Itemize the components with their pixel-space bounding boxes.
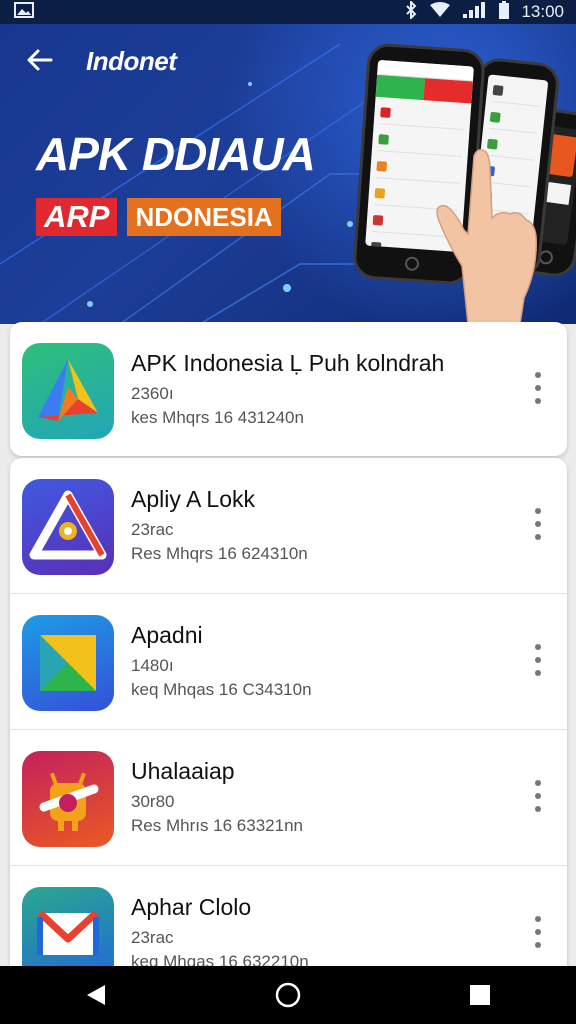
more-options-button[interactable] bbox=[531, 916, 545, 948]
battery-icon bbox=[499, 0, 510, 24]
bluetooth-icon bbox=[405, 0, 417, 24]
app-version: 2360ı bbox=[131, 384, 174, 403]
banner-headline: APK DDIAUA bbox=[36, 128, 316, 180]
header-banner: Indonet APK DDIAUA ARP NDONESIA bbox=[0, 24, 576, 324]
dot-icon bbox=[535, 670, 541, 676]
tag-orange: NDONESIA bbox=[127, 198, 281, 236]
back-triangle-icon bbox=[87, 985, 105, 1005]
dot-icon bbox=[535, 806, 541, 812]
app-version: 30r80 bbox=[131, 792, 175, 811]
app-meta: keq Mhqas 16 C34310n bbox=[131, 680, 312, 699]
triangle-badge-icon bbox=[22, 479, 114, 575]
app-version: 1480ı bbox=[131, 656, 174, 675]
dot-icon bbox=[535, 657, 541, 663]
app-name: Aphar Clolo bbox=[131, 894, 252, 920]
dot-icon bbox=[535, 780, 541, 786]
signal-icon bbox=[463, 1, 487, 23]
tag-red: ARP bbox=[36, 198, 118, 236]
system-nav-bar bbox=[0, 966, 576, 1024]
dot-icon bbox=[535, 644, 541, 650]
more-options-button[interactable] bbox=[531, 644, 545, 676]
hand-illustration bbox=[436, 149, 537, 324]
app-name: Apadni bbox=[131, 622, 203, 648]
mail-envelope-icon bbox=[22, 887, 114, 978]
app-list: APK Indonesia Ḷ Puh kolndrah 2360ı kes M… bbox=[0, 312, 576, 978]
app-card-featured: APK Indonesia Ḷ Puh kolndrah 2360ı kes M… bbox=[10, 322, 567, 456]
app-version: 23rac bbox=[131, 928, 174, 947]
app-title: Indonet bbox=[86, 46, 177, 76]
app-name: APK Indonesia Ḷ Puh kolndrah bbox=[131, 350, 445, 376]
dot-icon bbox=[535, 508, 541, 514]
more-options-button[interactable] bbox=[531, 508, 545, 540]
app-card-list: Apliy A Lokk 23rac Res Mhqrs 16 624310n … bbox=[10, 458, 567, 978]
list-item[interactable]: Uhalaaiap 30r80 Res Mhrıs 16 63321nn bbox=[10, 730, 567, 866]
more-options-button[interactable] bbox=[531, 372, 545, 404]
dot-icon bbox=[535, 521, 541, 527]
list-item[interactable]: APK Indonesia Ḷ Puh kolndrah 2360ı kes M… bbox=[10, 322, 567, 458]
nav-home-button[interactable] bbox=[268, 975, 308, 1015]
banner-tags: ARP NDONESIA bbox=[36, 198, 281, 236]
wifi-icon bbox=[429, 1, 451, 23]
list-item[interactable]: Apliy A Lokk 23rac Res Mhqrs 16 624310n bbox=[10, 458, 567, 594]
drive-triangle-icon bbox=[22, 343, 114, 439]
nav-recent-button[interactable] bbox=[460, 975, 500, 1015]
nav-back-button[interactable] bbox=[76, 975, 116, 1015]
status-bar: 13:00 bbox=[0, 0, 576, 24]
list-item[interactable]: Apadni 1480ı keq Mhqas 16 C34310n bbox=[10, 594, 567, 730]
home-circle-icon bbox=[275, 982, 301, 1008]
dot-icon bbox=[535, 372, 541, 378]
app-meta: kes Mhqrs 16 431240n bbox=[131, 408, 304, 427]
arrow-left-icon bbox=[27, 49, 53, 71]
dot-icon bbox=[535, 534, 541, 540]
dot-icon bbox=[535, 929, 541, 935]
app-name: Uhalaaiap bbox=[131, 758, 235, 784]
image-icon bbox=[14, 1, 34, 23]
dot-icon bbox=[535, 793, 541, 799]
back-button[interactable] bbox=[24, 46, 56, 78]
dot-icon bbox=[535, 385, 541, 391]
more-options-button[interactable] bbox=[531, 780, 545, 812]
list-item[interactable]: Aphar Clolo 23rac keq Mhqas 16 632210n bbox=[10, 866, 567, 978]
recent-square-icon bbox=[470, 985, 490, 1005]
app-version: 23rac bbox=[131, 520, 174, 539]
dot-icon bbox=[535, 398, 541, 404]
app-meta: Res Mhqrs 16 624310n bbox=[131, 544, 308, 563]
android-robot-icon bbox=[22, 751, 114, 847]
app-meta: Res Mhrıs 16 63321nn bbox=[131, 816, 303, 835]
dot-icon bbox=[535, 916, 541, 922]
status-time: 13:00 bbox=[521, 2, 564, 21]
dot-icon bbox=[535, 942, 541, 948]
app-name: Apliy A Lokk bbox=[131, 486, 256, 512]
folded-square-icon bbox=[22, 615, 114, 711]
